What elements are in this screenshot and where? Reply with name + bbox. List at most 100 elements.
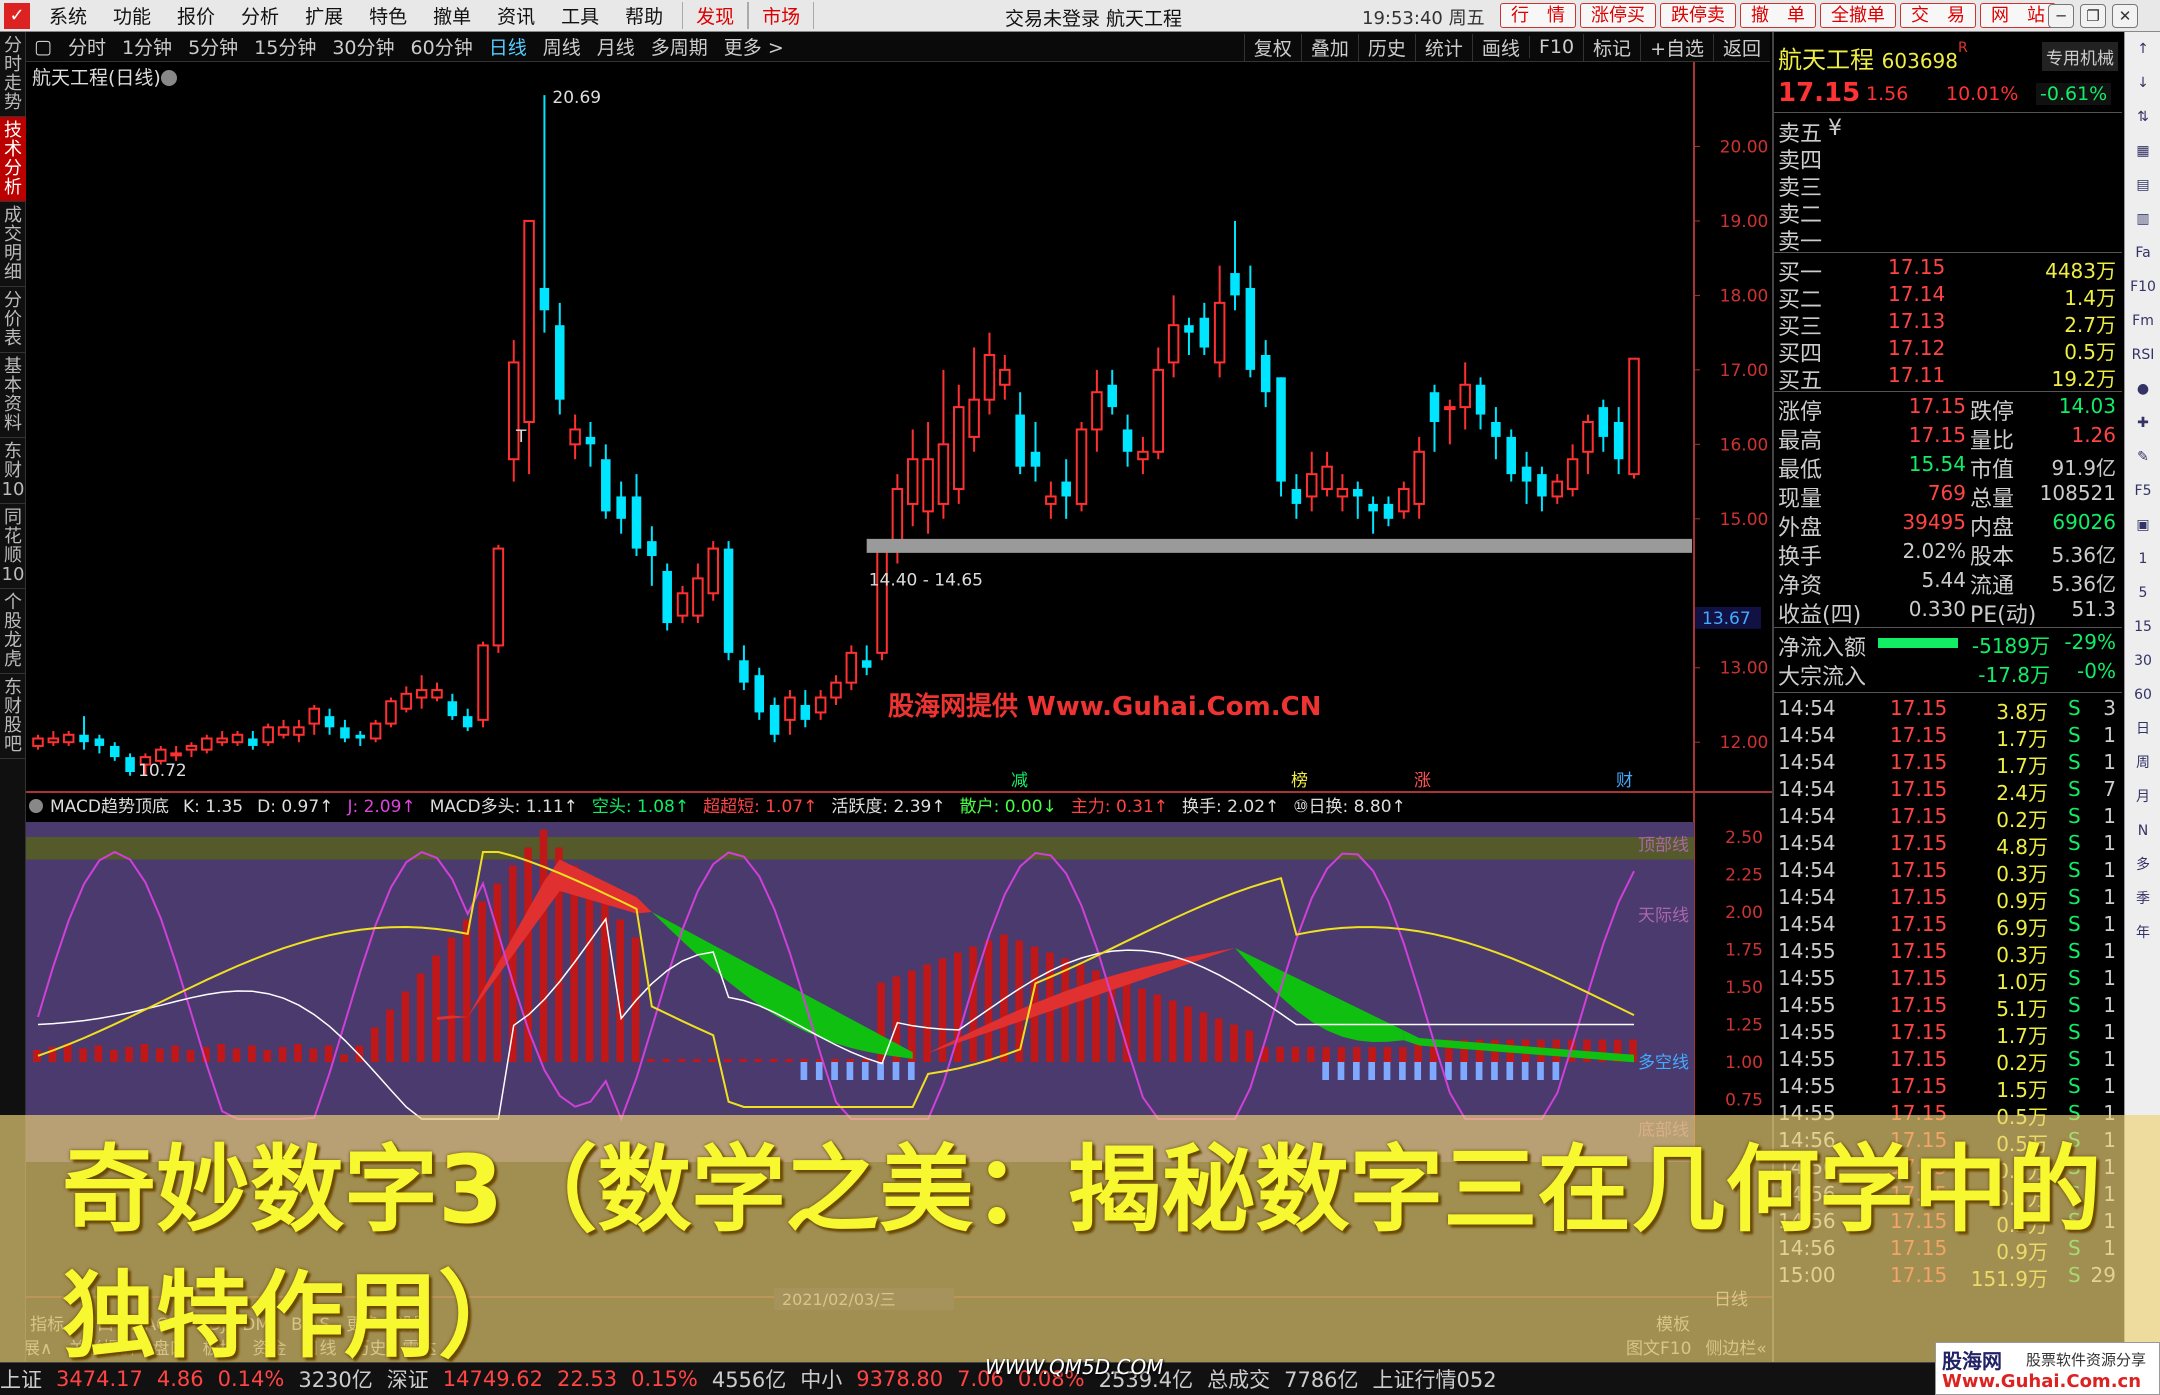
top-button-6[interactable]: 网 站 <box>1980 3 2056 28</box>
sell-row[interactable]: 卖三 <box>1778 170 2118 201</box>
menu-item-1[interactable]: 功能 <box>100 2 164 29</box>
industry-badge[interactable]: 专用机械 <box>2042 42 2118 71</box>
event-marker[interactable]: 涨 <box>1414 771 1431 791</box>
left-tab-6[interactable]: 同花顺10 <box>0 504 26 589</box>
side-icon-9[interactable]: RSI <box>2125 338 2160 372</box>
minimize-icon[interactable]: ─ <box>2048 4 2074 28</box>
menu-item-3[interactable]: 分析 <box>228 2 292 29</box>
side-icon-0[interactable]: ↑ <box>2125 32 2160 66</box>
buy-row[interactable]: 买三 17.13 2.7万 <box>1778 309 2118 340</box>
indicator-settings-icon[interactable] <box>29 799 43 813</box>
side-icon-3[interactable]: ▦ <box>2125 134 2160 168</box>
buy-row[interactable]: 买一 17.15 4483万 <box>1778 255 2118 286</box>
toolbar-right-7[interactable]: +自选 <box>1640 33 1713 61</box>
menu-item-4[interactable]: 扩展 <box>292 2 356 29</box>
menu-item-0[interactable]: 系统 <box>36 2 100 29</box>
menu-item-2[interactable]: 报价 <box>164 2 228 29</box>
left-tab-7[interactable]: 个股龙虎 <box>0 589 26 674</box>
sell-row[interactable]: 卖二 <box>1778 197 2118 228</box>
top-button-4[interactable]: 全撤单 <box>1820 3 1896 28</box>
side-icon-1[interactable]: ↓ <box>2125 66 2160 100</box>
toolbar-right-8[interactable]: 返回 <box>1712 33 1770 61</box>
period-tab-6[interactable]: 日线 <box>481 33 535 60</box>
menu-red-item-0[interactable]: 发现 <box>682 2 749 29</box>
menu-item-5[interactable]: 特色 <box>356 2 420 29</box>
top-button-5[interactable]: 交 易 <box>1900 3 1976 28</box>
side-icon-2[interactable]: ⇅ <box>2125 100 2160 134</box>
event-marker[interactable]: 财 <box>1616 771 1633 791</box>
top-button-2[interactable]: 跌停卖 <box>1660 3 1736 28</box>
side-icon-11[interactable]: ✚ <box>2125 406 2160 440</box>
menu-item-7[interactable]: 资讯 <box>484 2 548 29</box>
toolbar-toggle-icon[interactable]: ▢ <box>26 36 60 58</box>
buy-row[interactable]: 买五 17.11 19.2万 <box>1778 363 2118 394</box>
menu-red-item-1[interactable]: 市场 <box>748 2 815 29</box>
chart-settings-icon[interactable] <box>161 70 177 86</box>
buy-row[interactable]: 买二 17.14 1.4万 <box>1778 282 2118 313</box>
side-icon-4[interactable]: ▤ <box>2125 168 2160 202</box>
period-tab-1[interactable]: 1分钟 <box>114 33 180 60</box>
side-icon-13[interactable]: F5 <box>2125 474 2160 508</box>
candle <box>999 354 1011 400</box>
side-icon-6[interactable]: Fa <box>2125 236 2160 270</box>
sell-row[interactable]: 卖四 <box>1778 143 2118 174</box>
toolbar-right-6[interactable]: 标记 <box>1583 33 1640 61</box>
side-icon-10[interactable]: ● <box>2125 372 2160 406</box>
left-tab-4[interactable]: 基本资料 <box>0 353 26 438</box>
side-icon-25[interactable]: 季 <box>2125 882 2160 916</box>
side-icon-8[interactable]: Fm <box>2125 304 2160 338</box>
event-marker[interactable]: 榜 <box>1291 771 1308 791</box>
period-tab-3[interactable]: 15分钟 <box>246 33 324 60</box>
period-tab-8[interactable]: 月线 <box>589 33 643 60</box>
side-icon-16[interactable]: 5 <box>2125 576 2160 610</box>
sell-row[interactable]: 卖一 <box>1778 224 2118 255</box>
left-tab-1[interactable]: 技术分析 <box>0 117 26 202</box>
event-marker[interactable]: 减 <box>1011 771 1028 791</box>
side-icon-15[interactable]: 1 <box>2125 542 2160 576</box>
side-icon-18[interactable]: 30 <box>2125 644 2160 678</box>
period-tab-7[interactable]: 周线 <box>535 33 589 60</box>
side-icon-19[interactable]: 60 <box>2125 678 2160 712</box>
side-icon-21[interactable]: 周 <box>2125 746 2160 780</box>
restore-icon[interactable]: ❐ <box>2080 4 2106 28</box>
toolbar-right-5[interactable]: F10 <box>1528 36 1583 58</box>
toolbar-right-1[interactable]: 叠加 <box>1300 33 1358 61</box>
left-tab-2[interactable]: 成交明细 <box>0 202 26 287</box>
top-button-3[interactable]: 撤 单 <box>1740 3 1816 28</box>
toolbar-right-4[interactable]: 画线 <box>1471 33 1529 61</box>
period-tab-9[interactable]: 多周期 <box>643 33 716 60</box>
period-tab-10[interactable]: 更多 > <box>716 33 792 60</box>
side-icon-12[interactable]: ✎ <box>2125 440 2160 474</box>
menu-item-6[interactable]: 撤单 <box>420 2 484 29</box>
period-tab-4[interactable]: 30分钟 <box>324 33 402 60</box>
side-icon-14[interactable]: ▣ <box>2125 508 2160 542</box>
top-button-1[interactable]: 涨停买 <box>1580 3 1656 28</box>
side-icon-7[interactable]: F10 <box>2125 270 2160 304</box>
candle <box>492 544 505 653</box>
side-icon-22[interactable]: 月 <box>2125 780 2160 814</box>
left-tab-8[interactable]: 东财股吧 <box>0 674 26 759</box>
toolbar-right-3[interactable]: 统计 <box>1414 33 1472 61</box>
side-icon-24[interactable]: 多 <box>2125 848 2160 882</box>
macd-tick-label: 2.50 <box>1725 828 1763 848</box>
side-icon-26[interactable]: 年 <box>2125 916 2160 950</box>
side-icon-23[interactable]: N <box>2125 814 2160 848</box>
toolbar-right-0[interactable]: 复权 <box>1243 33 1301 61</box>
buy-row[interactable]: 买四 17.12 0.5万 <box>1778 336 2118 367</box>
sell-row[interactable]: 卖五 ¥ <box>1778 116 2118 147</box>
side-icon-5[interactable]: ▥ <box>2125 202 2160 236</box>
toolbar-right-2[interactable]: 历史 <box>1357 33 1415 61</box>
top-button-0[interactable]: 行 情 <box>1500 3 1576 28</box>
period-tab-0[interactable]: 分时 <box>60 33 114 60</box>
menu-item-9[interactable]: 帮助 <box>612 2 676 29</box>
left-tab-5[interactable]: 东财10 <box>0 438 26 504</box>
left-tab-0[interactable]: 分时走势 <box>0 32 26 117</box>
period-tab-5[interactable]: 60分钟 <box>403 33 481 60</box>
left-tab-3[interactable]: 分价表 <box>0 287 26 353</box>
side-icon-20[interactable]: 日 <box>2125 712 2160 746</box>
close-icon[interactable]: ✕ <box>2112 4 2138 28</box>
side-icon-17[interactable]: 15 <box>2125 610 2160 644</box>
period-tab-2[interactable]: 5分钟 <box>180 33 246 60</box>
menu-item-8[interactable]: 工具 <box>548 2 612 29</box>
candle <box>953 384 965 504</box>
